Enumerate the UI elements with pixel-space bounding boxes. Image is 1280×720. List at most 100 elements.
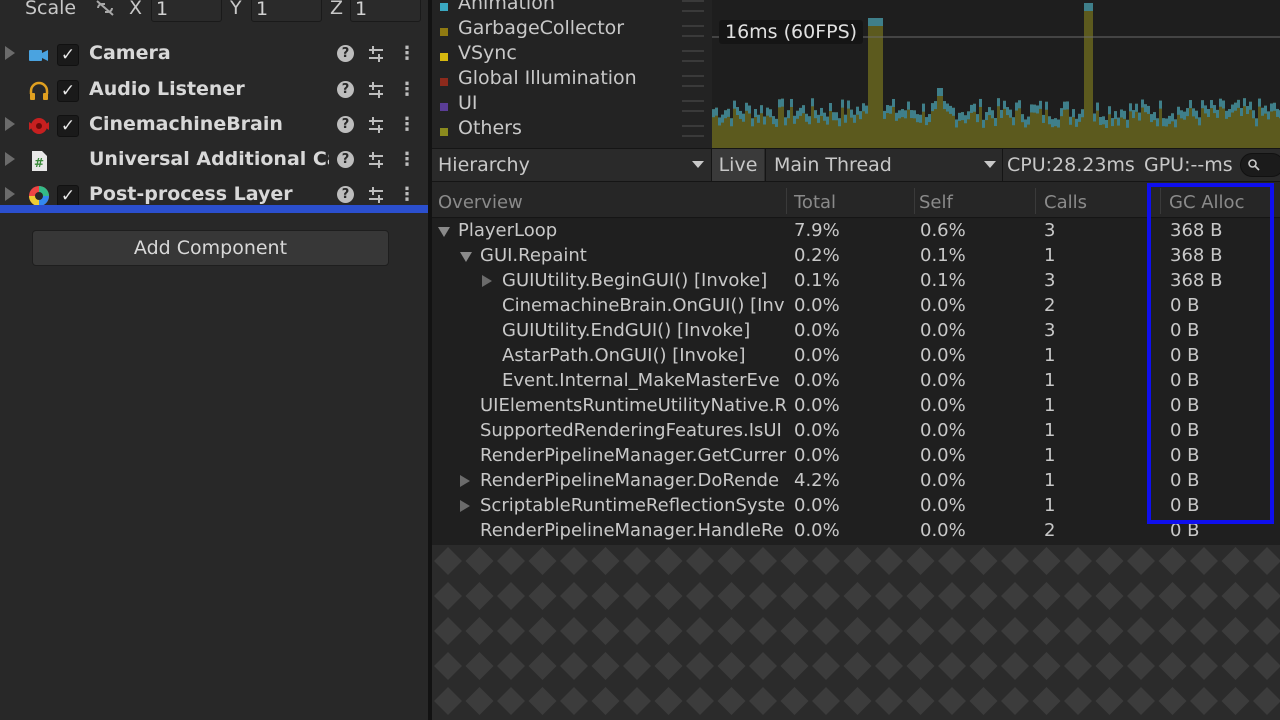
- help-icon[interactable]: ?: [337, 116, 354, 133]
- pattern-diamond: [1158, 617, 1187, 645]
- drag-handle-icon[interactable]: [682, 50, 704, 62]
- help-icon[interactable]: ?: [337, 81, 354, 98]
- table-row[interactable]: CinemachineBrain.OnGUI() [Inv 0.0% 0.0% 2 0 …: [432, 294, 1280, 319]
- column-divider[interactable]: [914, 188, 915, 214]
- column-header-total[interactable]: Total: [794, 182, 836, 218]
- column-divider[interactable]: [1035, 188, 1036, 214]
- live-toggle-button[interactable]: Live: [712, 149, 764, 181]
- pattern-diamond: [875, 687, 903, 715]
- more-options-icon[interactable]: ⋮: [398, 44, 416, 64]
- chart-bar-top: [1207, 109, 1210, 118]
- help-icon[interactable]: ?: [337, 186, 354, 203]
- table-row[interactable]: UIElementsRuntimeUtilityNative.R 0.0% 0.0%…: [432, 394, 1280, 419]
- chart-bar-top: [1099, 116, 1102, 125]
- expand-right-icon[interactable]: [460, 500, 470, 512]
- drag-handle-icon[interactable]: [682, 0, 704, 12]
- enabled-checkbox[interactable]: ✓: [57, 185, 79, 207]
- table-row[interactable]: PlayerLoop 7.9% 0.6% 3 368 B: [432, 219, 1280, 244]
- expand-right-icon[interactable]: [482, 275, 492, 287]
- search-input[interactable]: [1240, 153, 1280, 177]
- table-row[interactable]: RenderPipelineManager.GetCurrer 0.0% 0.0% 1…: [432, 444, 1280, 469]
- table-row[interactable]: RenderPipelineManager.DoRende 4.2% 0.0% 1 0 …: [432, 469, 1280, 494]
- column-divider[interactable]: [1160, 188, 1161, 214]
- column-header-self[interactable]: Self: [919, 182, 953, 218]
- chart-bar-top: [922, 103, 925, 112]
- cell-calls: 1: [1044, 345, 1056, 366]
- presets-icon[interactable]: [367, 80, 385, 100]
- table-row[interactable]: GUIUtility.EndGUI() [Invoke] 0.0% 0.0% 3 0 B: [432, 319, 1280, 344]
- foldout-arrow-icon[interactable]: [5, 46, 15, 60]
- presets-icon[interactable]: [367, 150, 385, 170]
- foldout-arrow-icon[interactable]: [5, 152, 15, 166]
- cell-gc: 368 B: [1170, 245, 1223, 266]
- expand-down-icon[interactable]: [460, 252, 472, 262]
- thread-dropdown[interactable]: Main Thread: [774, 149, 892, 181]
- column-divider[interactable]: [786, 188, 787, 214]
- enabled-checkbox[interactable]: ✓: [57, 115, 79, 137]
- pattern-diamond: [906, 687, 935, 715]
- pattern-diamond: [1032, 687, 1061, 715]
- more-options-icon[interactable]: ⋮: [398, 185, 416, 205]
- pattern-diamond: [560, 687, 588, 715]
- drag-handle-icon[interactable]: [682, 125, 704, 137]
- drag-handle-icon[interactable]: [682, 100, 704, 112]
- table-row[interactable]: Event.Internal_MakeMasterEve 0.0% 0.0% 1 0 B: [432, 369, 1280, 394]
- enabled-checkbox[interactable]: ✓: [57, 80, 79, 102]
- help-icon[interactable]: ?: [337, 45, 354, 62]
- cell-gc: 0 B: [1170, 320, 1200, 341]
- constrain-proportions-icon[interactable]: [94, 0, 116, 18]
- pattern-diamond: [717, 582, 746, 610]
- expand-right-icon[interactable]: [460, 475, 470, 487]
- chart-bar-top: [847, 100, 850, 109]
- foldout-arrow-icon[interactable]: [5, 187, 15, 201]
- legend-item-vsync[interactable]: VSync: [432, 42, 712, 69]
- legend-item-ui[interactable]: UI: [432, 92, 712, 119]
- cell-self: 0.0%: [920, 295, 966, 316]
- scale-y-field[interactable]: 1: [251, 0, 322, 22]
- chart-bar-top: [1069, 116, 1072, 125]
- component-audio-listener[interactable]: ✓ Audio Listener ? ⋮: [0, 74, 428, 109]
- chart-bar-top: [799, 107, 802, 116]
- pattern-diamond: [497, 617, 525, 645]
- view-mode-dropdown[interactable]: Hierarchy: [438, 149, 530, 181]
- chart-bar-top: [1015, 102, 1018, 111]
- table-row[interactable]: ScriptableRuntimeReflectionSyste 0.0% 0.0%…: [432, 494, 1280, 519]
- pattern-diamond: [969, 547, 998, 575]
- more-options-icon[interactable]: ⋮: [398, 150, 416, 170]
- table-row[interactable]: GUIUtility.BeginGUI() [Invoke] 0.1% 0.1% 3 3…: [432, 269, 1280, 294]
- add-component-button[interactable]: Add Component: [32, 230, 389, 266]
- presets-icon[interactable]: [367, 115, 385, 135]
- table-row[interactable]: AstarPath.OnGUI() [Invoke] 0.0% 0.0% 1 0 B: [432, 344, 1280, 369]
- enabled-checkbox[interactable]: ✓: [57, 44, 79, 66]
- scale-x-field[interactable]: 1: [151, 0, 222, 22]
- column-header-overview[interactable]: Overview: [438, 182, 523, 218]
- chart-bar-top: [1108, 106, 1111, 115]
- component-cinemachine-brain[interactable]: ✓ CinemachineBrain ? ⋮: [0, 109, 428, 144]
- legend-item-garbage-collector[interactable]: GarbageCollector: [432, 17, 712, 44]
- presets-icon[interactable]: [367, 44, 385, 64]
- legend-item-global-illumination[interactable]: Global Illumination: [432, 67, 712, 94]
- legend-item-others[interactable]: Others: [432, 117, 712, 144]
- chart-bar-top: [745, 102, 748, 111]
- cell-gc: 368 B: [1170, 270, 1223, 291]
- table-row[interactable]: RenderPipelineManager.HandleRe 0.0% 0.0% 2 0…: [432, 519, 1280, 544]
- foldout-arrow-icon[interactable]: [5, 117, 15, 131]
- drag-handle-icon[interactable]: [682, 25, 704, 37]
- scale-z-field[interactable]: 1: [350, 0, 421, 22]
- expand-down-icon[interactable]: [438, 227, 450, 237]
- column-header-calls[interactable]: Calls: [1044, 182, 1087, 218]
- table-row[interactable]: SupportedRenderingFeatures.IsUI 0.0% 0.0% 1…: [432, 419, 1280, 444]
- chevron-down-icon[interactable]: [692, 161, 704, 168]
- legend-label: Animation: [458, 0, 555, 14]
- column-header-gc-alloc[interactable]: GC Alloc: [1169, 182, 1244, 218]
- help-icon[interactable]: ?: [337, 151, 354, 168]
- component-universal-additional-camera[interactable]: # Universal Additional Cam ? ⋮: [0, 144, 428, 179]
- more-options-icon[interactable]: ⋮: [398, 80, 416, 100]
- table-row[interactable]: GUI.Repaint 0.2% 0.1% 1 368 B: [432, 244, 1280, 269]
- more-options-icon[interactable]: ⋮: [398, 115, 416, 135]
- drag-handle-icon[interactable]: [682, 75, 704, 87]
- chart-bar-top: [904, 110, 907, 119]
- chevron-down-icon[interactable]: [984, 161, 996, 168]
- presets-icon[interactable]: [367, 185, 385, 205]
- component-camera[interactable]: ✓ Camera ? ⋮: [0, 38, 428, 73]
